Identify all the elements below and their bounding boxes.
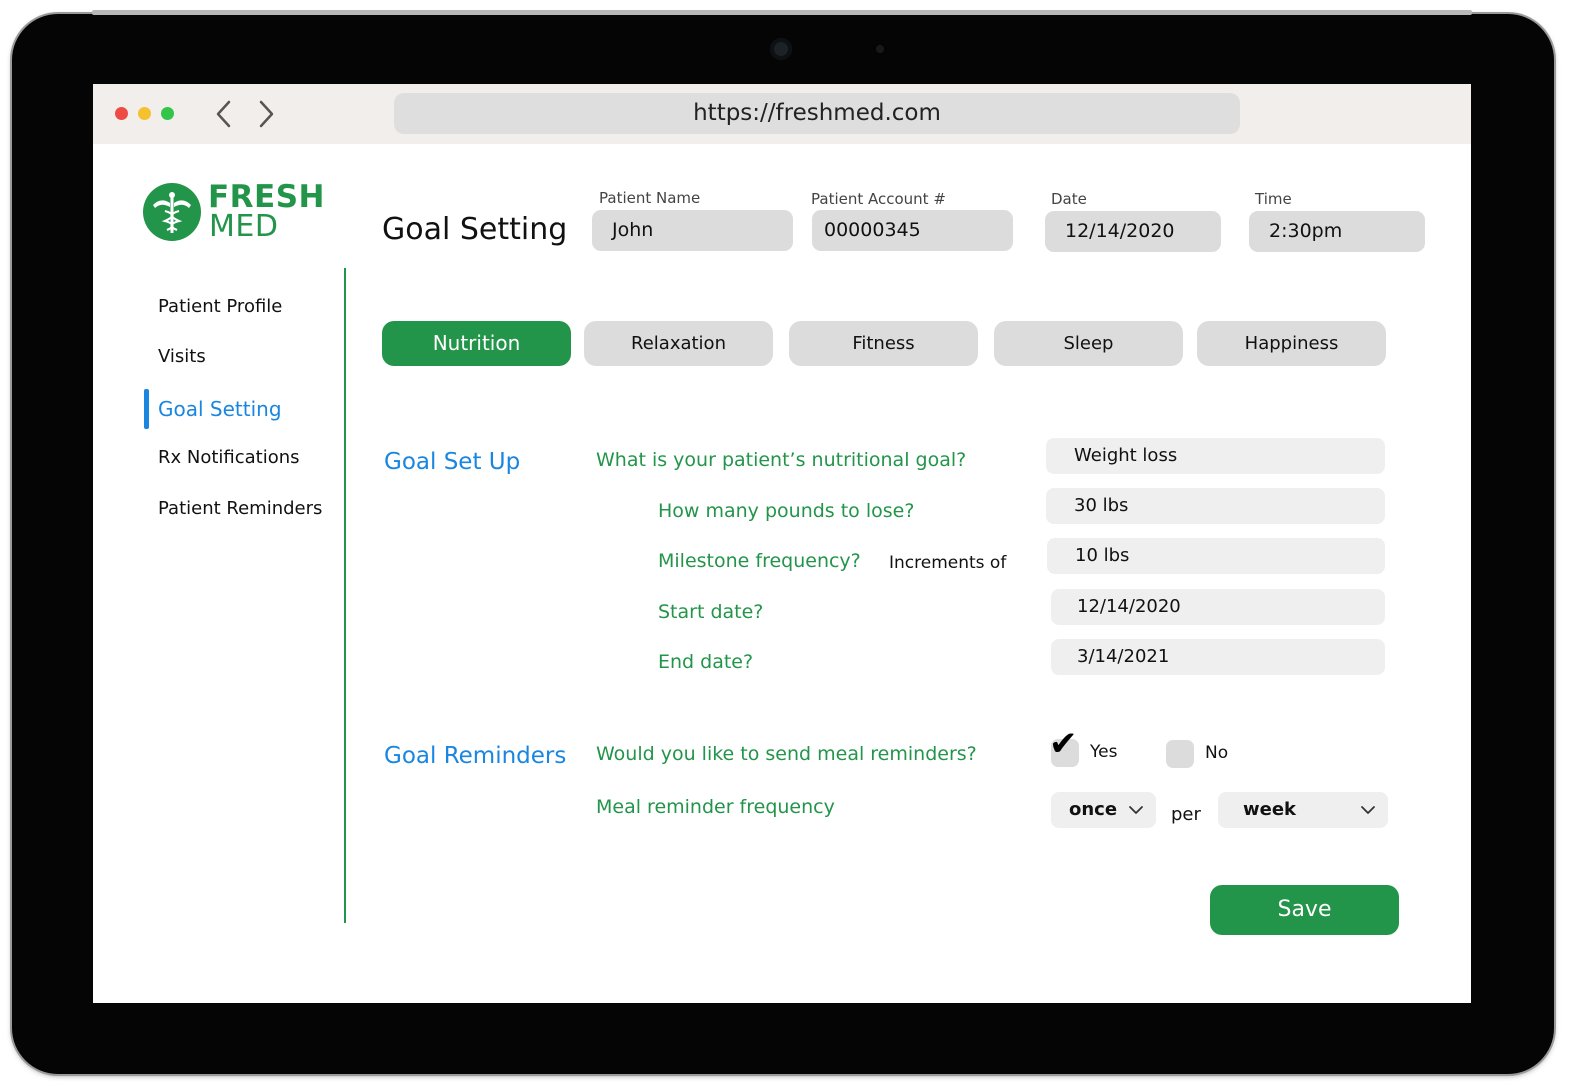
sidebar-item-visits[interactable]: Visits	[158, 346, 206, 367]
chevron-down-icon	[1360, 792, 1376, 841]
frequency-period-select[interactable]: week	[1218, 792, 1388, 828]
date-label: Date	[1051, 190, 1087, 208]
patient-account-label: Patient Account #	[811, 190, 946, 208]
patient-name-label: Patient Name	[599, 189, 701, 207]
frequency-count-value: once	[1069, 799, 1118, 820]
caduceus-icon	[143, 183, 201, 241]
pounds-to-lose-field[interactable]: 30 lbs	[1046, 488, 1385, 524]
sidebar-active-indicator	[144, 389, 149, 429]
close-window-dot[interactable]	[115, 107, 128, 120]
patient-name-field[interactable]: John	[592, 210, 793, 251]
tab-nutrition[interactable]: Nutrition	[382, 321, 571, 366]
sidebar-divider	[344, 268, 346, 923]
sidebar-item-patient-profile[interactable]: Patient Profile	[158, 296, 282, 317]
no-checkbox[interactable]	[1166, 740, 1194, 768]
checkmark-icon: ✔	[1049, 724, 1078, 764]
sidebar-item-patient-reminders[interactable]: Patient Reminders	[158, 498, 322, 519]
url-bar[interactable]: https://freshmed.com	[394, 93, 1240, 134]
sidebar-item-goal-setting[interactable]: Goal Setting	[158, 397, 282, 421]
start-date-question: Start date?	[658, 601, 764, 623]
yes-label: Yes	[1090, 742, 1118, 762]
page-title: Goal Setting	[382, 212, 568, 247]
camera-icon	[770, 38, 792, 60]
increments-of-label: Increments of	[889, 553, 1007, 573]
frequency-count-select[interactable]: once	[1051, 792, 1156, 828]
tab-relaxation[interactable]: Relaxation	[584, 321, 773, 366]
milestone-frequency-question: Milestone frequency?	[658, 550, 861, 572]
goal-setup-heading: Goal Set Up	[384, 449, 521, 475]
no-label: No	[1205, 743, 1229, 763]
nutritional-goal-field[interactable]: Weight loss	[1046, 438, 1385, 474]
sidebar-item-rx-notifications[interactable]: Rx Notifications	[158, 447, 300, 468]
browser-toolbar: https://freshmed.com	[93, 84, 1471, 144]
frequency-period-value: week	[1243, 799, 1297, 820]
start-date-field[interactable]: 12/14/2020	[1051, 589, 1385, 625]
maximize-window-dot[interactable]	[161, 107, 174, 120]
per-label: per	[1171, 804, 1201, 825]
tab-fitness[interactable]: Fitness	[789, 321, 978, 366]
back-chevron-icon[interactable]	[209, 98, 239, 130]
patient-account-field[interactable]: 00000345	[812, 210, 1013, 251]
nutritional-goal-question: What is your patient’s nutritional goal?	[596, 449, 967, 471]
forward-chevron-icon[interactable]	[251, 98, 281, 130]
goal-reminders-heading: Goal Reminders	[384, 743, 567, 769]
send-meal-reminders-question: Would you like to send meal reminders?	[596, 743, 977, 765]
end-date-field[interactable]: 3/14/2021	[1051, 639, 1385, 675]
screen: https://freshmed.com FRESH MED Goal Sett…	[93, 84, 1471, 1003]
date-field[interactable]: 12/14/2020	[1045, 211, 1221, 252]
sensor-dot	[876, 45, 884, 53]
device-top-rim	[92, 10, 1472, 15]
minimize-window-dot[interactable]	[138, 107, 151, 120]
time-field[interactable]: 2:30pm	[1249, 211, 1425, 252]
pounds-to-lose-question: How many pounds to lose?	[658, 500, 915, 522]
tab-happiness[interactable]: Happiness	[1197, 321, 1386, 366]
freshmed-logo: FRESH MED	[143, 179, 325, 244]
brand-name-line2: MED	[209, 209, 279, 244]
tab-sleep[interactable]: Sleep	[994, 321, 1183, 366]
time-label: Time	[1255, 190, 1292, 208]
meal-reminder-frequency-question: Meal reminder frequency	[596, 796, 835, 818]
save-button[interactable]: Save	[1210, 885, 1399, 935]
milestone-frequency-field[interactable]: 10 lbs	[1047, 538, 1385, 574]
chevron-down-icon	[1128, 792, 1144, 841]
yes-checkbox[interactable]: ✔	[1049, 727, 1079, 767]
end-date-question: End date?	[658, 651, 754, 673]
